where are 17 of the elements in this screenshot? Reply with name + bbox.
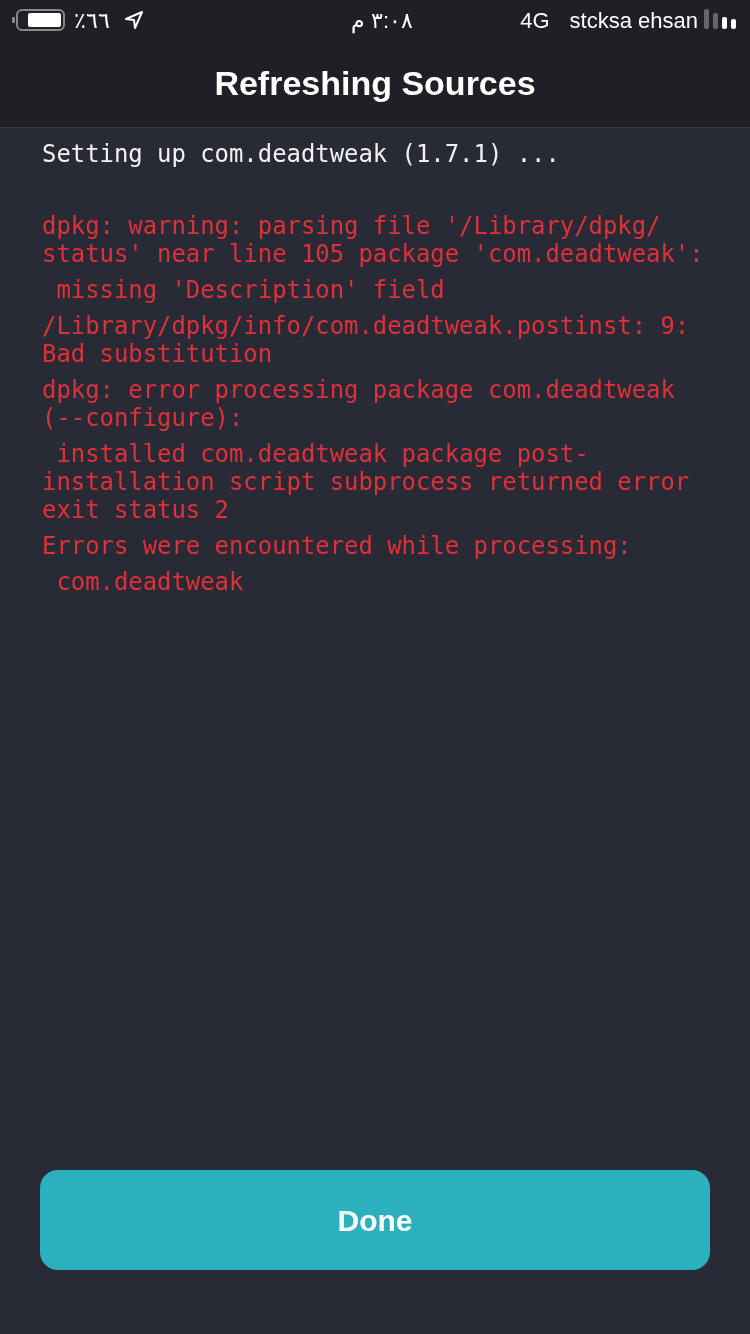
error-log-line: com.deadtweak: [55, 568, 245, 596]
log-line: Setting up com.deadtweak (1.7.1) ...: [42, 140, 561, 168]
error-log-line: Errors were encountered while processing:: [42, 532, 633, 560]
error-log-line: dpkg: warning: parsing file '/Library/dpkg/ status' near line 105 package 'com.deadtweak':: [42, 212, 705, 268]
carrier-name: stcksa ehsan: [569, 6, 698, 35]
error-log-line: /Library/dpkg/info/com.deadtweak.postinst: 9: Bad substitution: [42, 312, 691, 368]
error-log-line: missing 'Description' field: [55, 276, 446, 304]
nav-title: Refreshing Sources: [214, 63, 536, 104]
status-time: ٣:٠٨ م: [351, 6, 414, 36]
error-log-line: installed com.deadtweak package post- installation script subprocess returned error exit status 2: [42, 440, 691, 524]
signal-icon: [704, 9, 738, 31]
location-arrow-icon: [124, 10, 144, 30]
battery-percentage: ٪٦٦: [74, 6, 110, 35]
done-button[interactable]: Done: [40, 1170, 710, 1270]
network-type: 4G: [520, 6, 550, 35]
battery-icon: [12, 8, 66, 32]
error-log-line: dpkg: error processing package com.deadtweak (--configure):: [42, 376, 676, 432]
